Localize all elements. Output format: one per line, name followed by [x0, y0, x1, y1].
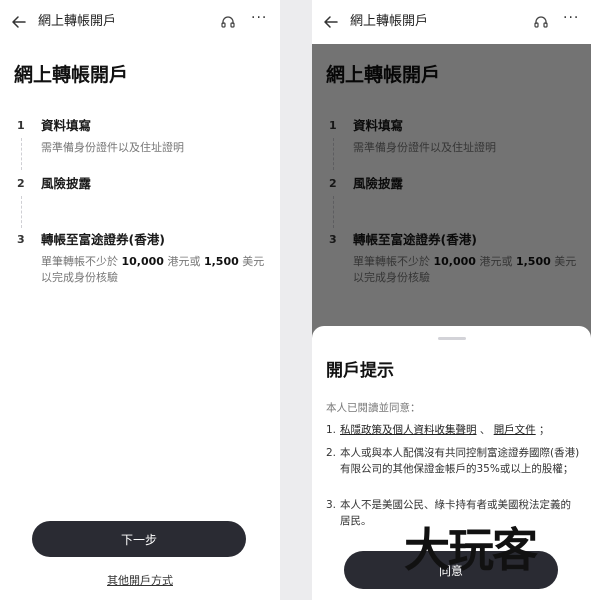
step-connector	[21, 196, 22, 228]
watermark: 大玩客	[404, 523, 538, 577]
account-opening-screen: 網上轉帳開戶 ··· 網上轉帳開戶 1 資料填寫 需準備身份證件以及住址證明 2…	[0, 0, 280, 600]
page-title: 網上轉帳開戶	[14, 64, 129, 86]
step-title: 資料填寫	[41, 118, 92, 133]
privacy-policy-link[interactable]: 私隱政策及個人資料收集聲明	[340, 424, 477, 436]
nav-bar: 網上轉帳開戶 ···	[0, 0, 280, 44]
arrow-left-icon[interactable]	[10, 13, 28, 31]
more-dots-icon[interactable]: ···	[251, 11, 267, 28]
headset-icon[interactable]	[220, 14, 236, 30]
account-opening-screen-with-dialog: 網上轉帳開戶 ··· 網上轉帳開戶 1 資料填寫 需準備身份證件以及住址證明 2…	[312, 0, 591, 600]
sheet-title: 開戶提示	[326, 361, 394, 381]
headset-icon[interactable]	[533, 14, 549, 30]
more-dots-icon[interactable]: ···	[563, 11, 579, 28]
step-description: 需準備身份證件以及住址證明	[41, 141, 184, 154]
account-documents-link[interactable]: 開戶文件	[494, 424, 536, 436]
arrow-left-icon[interactable]	[322, 13, 340, 31]
step-number: 3	[17, 233, 25, 246]
step-title: 轉帳至富途證券(香港)	[41, 232, 165, 247]
step-connector	[21, 138, 22, 170]
nav-title: 網上轉帳開戶	[38, 14, 117, 29]
term-item: 1. 私隱政策及個人資料收集聲明 、 開戶文件 ；	[326, 424, 550, 436]
step-description: 單筆轉帳不少於 10,000 港元或 1,500 美元以完成身份核驗	[41, 255, 265, 284]
step-number: 1	[17, 119, 25, 132]
next-step-button[interactable]: 下一步	[32, 521, 246, 557]
other-methods-link[interactable]: 其他開戶方式	[0, 572, 280, 588]
step-number: 2	[17, 177, 25, 190]
sheet-drag-handle[interactable]	[438, 337, 466, 340]
step-title: 風險披露	[41, 176, 92, 191]
sheet-intro: 本人已閱讀並同意：	[326, 402, 421, 414]
term-item: 2. 本人或與本人配偶沒有共同控制富途證券國際(香港)有限公司的其他保證金帳戶的…	[326, 447, 580, 475]
nav-bar: 網上轉帳開戶 ···	[312, 0, 591, 44]
nav-title: 網上轉帳開戶	[350, 14, 429, 29]
